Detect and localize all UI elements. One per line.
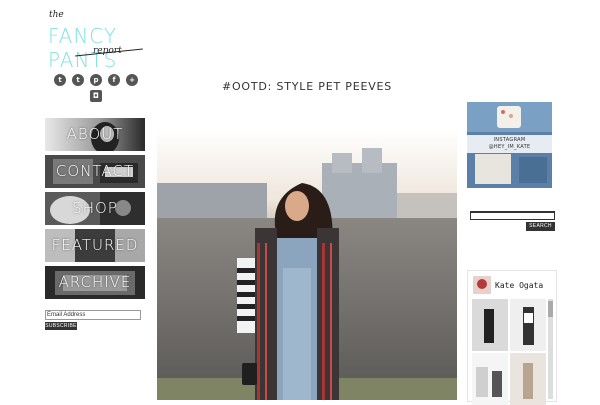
nav-about[interactable]: ABOUT (45, 118, 145, 151)
nav-featured[interactable]: FEATURED (45, 229, 145, 262)
search-button[interactable]: SEARCH (526, 222, 555, 231)
nav-contact-label: CONTACT (55, 162, 135, 180)
avatar-image (473, 276, 491, 294)
twitter-icon[interactable]: t (54, 74, 66, 86)
instagram-thumb-image (472, 353, 508, 405)
instagram-thumb[interactable] (510, 353, 546, 405)
scrollbar-thumb[interactable] (548, 301, 553, 317)
instagram-thumb[interactable] (472, 299, 508, 351)
nav-archive[interactable]: ARCHIVE (45, 266, 145, 299)
nav-shop[interactable]: SHOP (45, 192, 145, 225)
instagram-label-title: INSTAGRAM (493, 137, 526, 143)
instagram-widget[interactable]: INSTAGRAM @HEY_IM_KATE (467, 102, 552, 188)
subscribe-button[interactable]: SUBSCRIBE (45, 322, 77, 330)
tumblr-icon[interactable]: t (72, 74, 84, 86)
nav-contact[interactable]: CONTACT (45, 155, 145, 188)
profile-name[interactable]: Kate Ogata (495, 281, 543, 290)
bloglovin-icon[interactable]: + (126, 74, 138, 86)
instagram-photo-grid (472, 299, 546, 405)
instagram-icon[interactable]: ◘ (90, 90, 102, 102)
nav-featured-label: FEATURED (51, 236, 139, 254)
avatar[interactable] (473, 276, 491, 294)
instagram-thumb-image (510, 353, 546, 405)
nav-shop-label: SHOP (72, 199, 118, 217)
instagram-scrollbar[interactable] (548, 299, 553, 399)
instagram-thumb-image (472, 299, 508, 351)
nav-archive-label: ARCHIVE (58, 273, 132, 291)
logo-report: report (93, 46, 122, 56)
nav-about-label: ABOUT (66, 125, 124, 143)
post-title[interactable]: #OOTD: STYLE PET PEEVES (157, 80, 457, 93)
search-input[interactable] (470, 211, 555, 220)
instagram-thumb[interactable] (510, 299, 546, 351)
blog-logo[interactable]: the FANCY PANTS report (45, 6, 155, 72)
post-hero-image[interactable] (157, 128, 457, 400)
instagram-label: INSTAGRAM @HEY_IM_KATE (467, 135, 552, 153)
facebook-icon[interactable]: f (108, 74, 120, 86)
logo-the: the (49, 10, 64, 20)
pinterest-icon[interactable]: p (90, 74, 102, 86)
instagram-thumb-image (510, 299, 546, 351)
instagram-label-handle: @HEY_IM_KATE (488, 144, 531, 150)
instagram-thumb[interactable] (472, 353, 508, 405)
instagram-profile-widget: Kate Ogata (467, 270, 557, 405)
email-field[interactable]: Email Address (45, 310, 141, 320)
